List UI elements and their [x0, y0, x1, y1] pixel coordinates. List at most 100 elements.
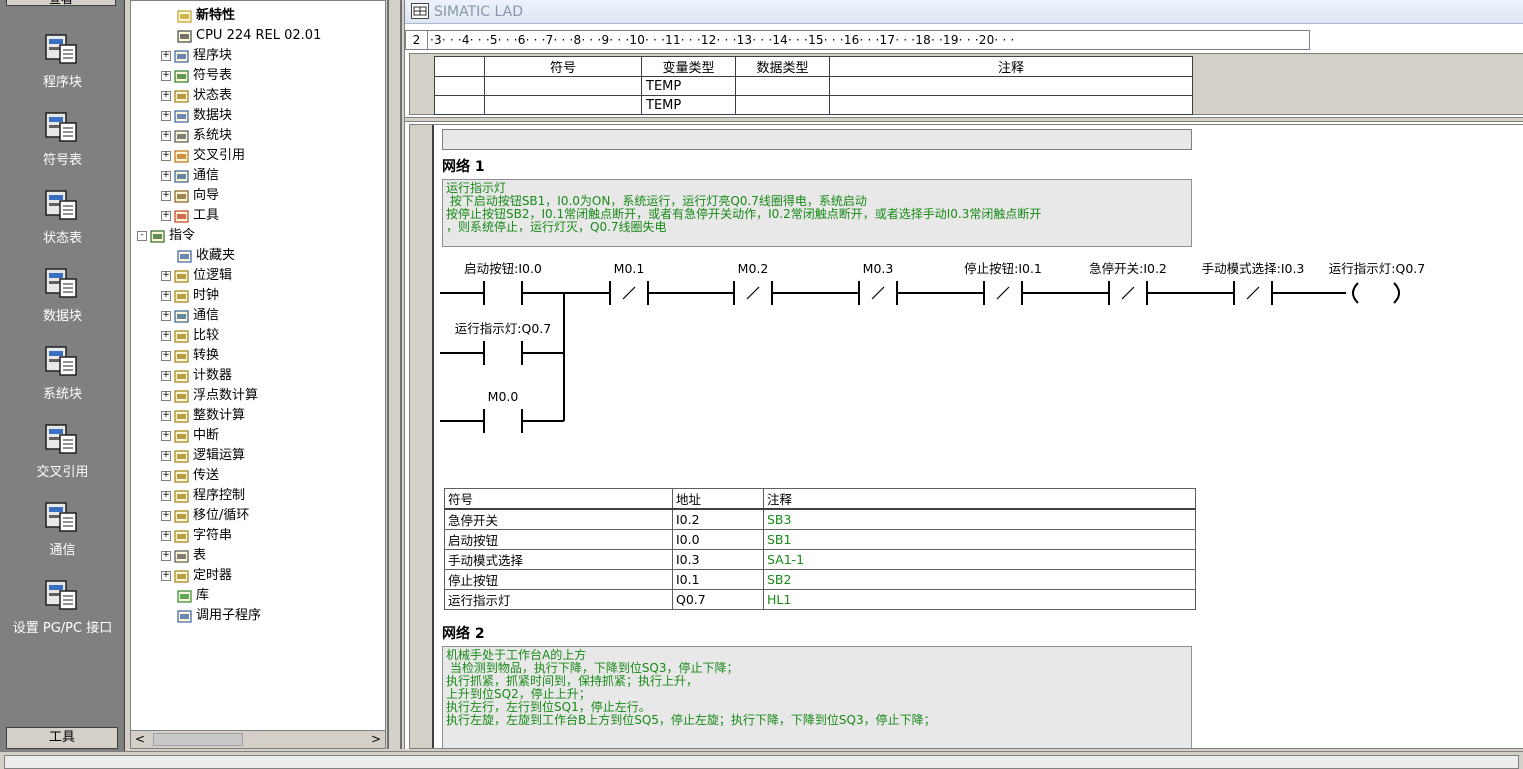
expand-icon[interactable]: + [161, 571, 171, 581]
expand-icon[interactable]: + [161, 151, 171, 161]
expand-icon[interactable]: + [161, 271, 171, 281]
tree-item[interactable]: + 计数器 [161, 366, 232, 386]
block-comment[interactable] [442, 129, 1192, 150]
tree-item[interactable]: 新特性 [161, 6, 235, 26]
panel-splitter[interactable] [387, 0, 402, 749]
tree-item[interactable]: + 比较 [161, 326, 219, 346]
ladder-rung-network-1[interactable]: 启动按钮:I0.0 M0.1 M0.2 M0.3 停止按钮:I0.1 急停开关:… [436, 255, 1436, 435]
expand-icon[interactable]: + [161, 71, 171, 81]
tree-item[interactable]: + 逻辑运算 [161, 446, 245, 466]
network-1-title[interactable]: 网络 1 [442, 156, 485, 176]
expand-icon[interactable]: + [161, 391, 171, 401]
tree-item[interactable]: 库 [161, 586, 209, 606]
expand-icon[interactable]: + [161, 511, 171, 521]
var-type-cell[interactable]: TEMP [641, 76, 736, 96]
var-table-row[interactable]: TEMP [434, 95, 1193, 115]
tree-item[interactable]: + 整数计算 [161, 406, 245, 426]
tree-item[interactable]: + 状态表 [161, 86, 232, 106]
expand-icon[interactable]: + [161, 451, 171, 461]
expand-icon[interactable]: + [161, 431, 171, 441]
network-2-comment[interactable]: 机械手处于工作台A的上方 当检测到物品，执行下降，下降到位SQ3，停止下降； 执… [442, 646, 1192, 748]
tree-item[interactable]: + 中断 [161, 426, 219, 446]
row-header-cell[interactable] [434, 95, 485, 115]
tree-item[interactable]: + 程序块 [161, 46, 232, 66]
tree-item[interactable]: + 工具 [161, 206, 219, 226]
tools-header-button[interactable]: 工具 [6, 727, 118, 749]
expand-icon[interactable]: + [161, 131, 171, 141]
scroll-right-button[interactable]: > [367, 731, 385, 748]
contact-label[interactable]: M0.3 [863, 261, 894, 276]
tree-item[interactable]: + 通信 [161, 306, 219, 326]
view-header-button[interactable]: 查看 [6, 0, 116, 6]
tree-item[interactable]: 收藏夹 [161, 246, 235, 266]
var-type-cell[interactable]: TEMP [641, 95, 736, 115]
expand-icon[interactable]: + [161, 551, 171, 561]
scroll-left-button[interactable]: < [131, 731, 149, 748]
expand-icon[interactable]: + [161, 171, 171, 181]
nav-item[interactable]: 状态表 [0, 181, 125, 257]
coil-label[interactable]: 运行指示灯:Q0.7 [1329, 261, 1425, 276]
expand-icon[interactable]: + [161, 311, 171, 321]
tree-item[interactable]: + 通信 [161, 166, 219, 186]
nav-item[interactable]: 设置 PG/PC 接口 [0, 571, 125, 647]
tree-item[interactable]: + 浮点数计算 [161, 386, 258, 406]
tree-item[interactable]: + 数据块 [161, 106, 232, 126]
parallel-contact-label[interactable]: M0.0 [488, 389, 519, 404]
nav-item[interactable]: 交叉引用 [0, 415, 125, 491]
expand-icon[interactable]: + [161, 51, 171, 61]
parallel-contact-label[interactable]: 运行指示灯:Q0.7 [455, 321, 551, 336]
var-comment-cell[interactable] [829, 95, 1193, 115]
var-comment-cell[interactable] [829, 76, 1193, 96]
tree-item[interactable]: + 位逻辑 [161, 266, 232, 286]
tree-item[interactable]: CPU 224 REL 02.01 [161, 26, 321, 46]
expand-icon[interactable]: + [161, 211, 171, 221]
nav-item[interactable]: 程序块 [0, 25, 125, 101]
contact-label[interactable]: 急停开关:I0.2 [1089, 261, 1167, 276]
tree-item[interactable]: + 字符串 [161, 526, 232, 546]
contact-label[interactable]: 启动按钮:I0.0 [464, 261, 542, 276]
contact-label[interactable]: 停止按钮:I0.1 [964, 261, 1042, 276]
expand-icon[interactable]: + [161, 291, 171, 301]
tree-item[interactable]: + 定时器 [161, 566, 232, 586]
tree-item[interactable]: - 指令 [137, 226, 195, 246]
expand-icon[interactable]: + [161, 471, 171, 481]
table-program-divider[interactable] [405, 117, 1523, 122]
network-2-title[interactable]: 网络 2 [442, 623, 485, 643]
nav-item[interactable]: 符号表 [0, 103, 125, 179]
contact-label[interactable]: M0.2 [738, 261, 769, 276]
contact-label[interactable]: 手动模式选择:I0.3 [1202, 261, 1305, 276]
tree-item[interactable]: + 程序控制 [161, 486, 245, 506]
expand-icon[interactable]: + [161, 191, 171, 201]
var-table-row[interactable]: TEMP [434, 76, 1193, 96]
expand-icon[interactable]: + [161, 111, 171, 121]
tree-item[interactable]: + 交叉引用 [161, 146, 245, 166]
nav-item[interactable]: 系统块 [0, 337, 125, 413]
tree-item[interactable]: + 时钟 [161, 286, 219, 306]
tree-item[interactable]: + 系统块 [161, 126, 232, 146]
tree-horizontal-scrollbar[interactable]: < > [131, 730, 385, 748]
network-1-comment[interactable]: 运行指示灯 按下启动按钮SB1，I0.0为ON，系统运行，运行灯亮Q0.7线圈得… [442, 179, 1192, 247]
expand-icon[interactable]: + [161, 411, 171, 421]
expand-icon[interactable]: + [161, 371, 171, 381]
contact-label[interactable]: M0.1 [614, 261, 645, 276]
var-symbol-cell[interactable] [484, 76, 642, 96]
tree-item[interactable]: + 移位/循环 [161, 506, 249, 526]
row-header-cell[interactable] [434, 76, 485, 96]
expand-icon[interactable]: + [161, 351, 171, 361]
program-editor[interactable]: 网络 1 运行指示灯 按下启动按钮SB1，I0.0为ON，系统运行，运行灯亮Q0… [409, 124, 1523, 749]
scroll-thumb[interactable] [153, 733, 243, 746]
collapse-icon[interactable]: - [137, 231, 147, 241]
expand-icon[interactable]: + [161, 491, 171, 501]
nav-item[interactable]: 通信 [0, 493, 125, 569]
expand-icon[interactable]: + [161, 331, 171, 341]
nav-item[interactable]: 数据块 [0, 259, 125, 335]
tree-item[interactable]: + 转换 [161, 346, 219, 366]
tree-item[interactable]: + 符号表 [161, 66, 232, 86]
tree-item[interactable]: 调用子程序 [161, 606, 261, 626]
data-type-cell[interactable] [735, 76, 830, 96]
tree-item[interactable]: + 传送 [161, 466, 219, 486]
expand-icon[interactable]: + [161, 91, 171, 101]
data-type-cell[interactable] [735, 95, 830, 115]
var-symbol-cell[interactable] [484, 95, 642, 115]
expand-icon[interactable]: + [161, 531, 171, 541]
